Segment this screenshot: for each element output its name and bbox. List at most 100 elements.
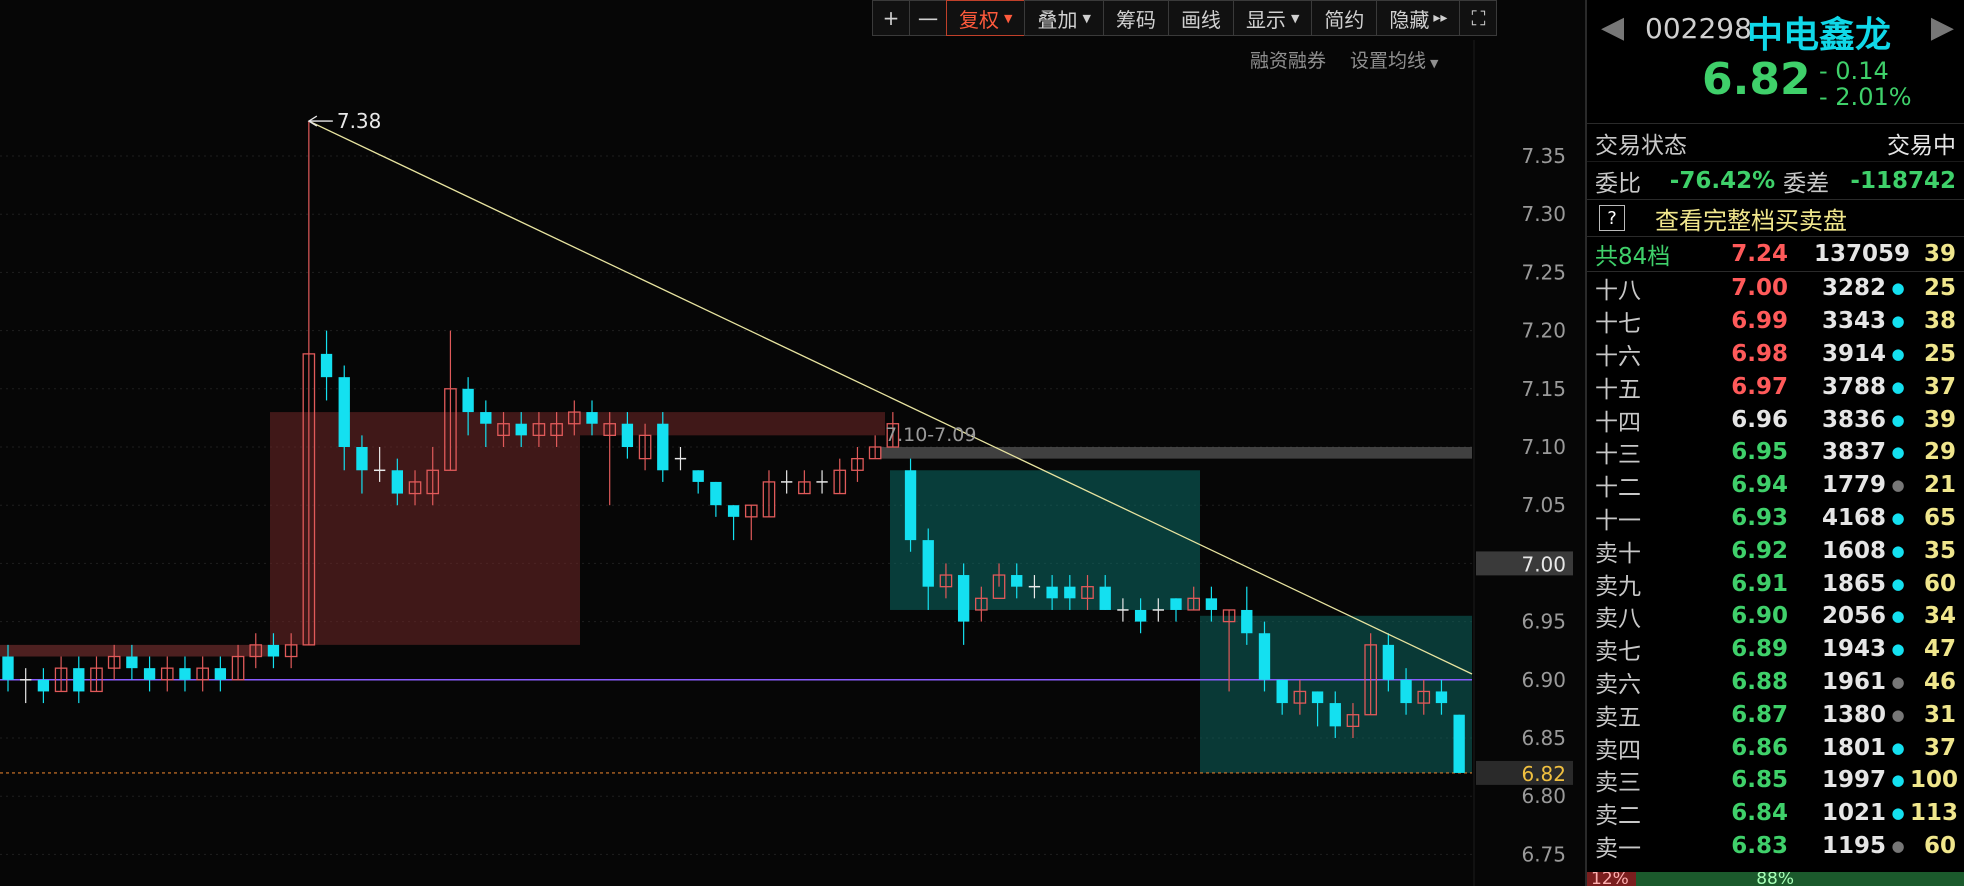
chouma-button[interactable]: 筹码 xyxy=(1102,0,1169,36)
candle-down xyxy=(1311,691,1324,704)
orderbook-row[interactable]: 卖五 6.87 1380 ● 31 xyxy=(1587,698,1964,731)
level-count: 47 xyxy=(1923,636,1956,663)
level-volume: 1943 xyxy=(1821,636,1886,663)
orderbook-row[interactable]: 卖三 6.85 1997 ● 100 xyxy=(1587,764,1964,797)
orderbook-row[interactable]: 卖六 6.88 1961 ● 46 xyxy=(1587,666,1964,699)
huaxian-button[interactable]: 画线 xyxy=(1167,0,1234,36)
support-zone-left xyxy=(0,644,270,657)
candle-down xyxy=(1400,679,1412,704)
candle-down xyxy=(391,470,403,494)
orderbook-row[interactable]: 十六 6.98 3914 ● 25 xyxy=(1587,338,1964,371)
candle-down xyxy=(710,481,722,506)
orderbook-list: 十八 7.00 3282 ● 25 十七 6.99 3343 ● 38 十六 6.98 3914 ● 25 十… xyxy=(1587,272,1964,862)
y-tick-label: 7.35 xyxy=(1521,144,1566,168)
zoom-in-button[interactable]: + xyxy=(872,0,910,36)
candle-down xyxy=(1011,575,1023,587)
cursor-price-text: 7.00 xyxy=(1521,552,1566,576)
orderbook-row[interactable]: 卖十 6.92 1608 ● 35 xyxy=(1587,534,1964,567)
level-label: 十一 xyxy=(1595,507,1641,534)
orderbook-row[interactable]: 卖二 6.84 1021 ● 113 xyxy=(1587,797,1964,830)
level-count: 39 xyxy=(1923,406,1956,433)
orderbook-row[interactable]: 卖八 6.90 2056 ● 34 xyxy=(1587,600,1964,633)
level-price: 6.93 xyxy=(1731,504,1788,531)
orderbook-row[interactable]: 卖九 6.91 1865 ● 60 xyxy=(1587,567,1964,600)
candle-down xyxy=(727,505,740,517)
candle-down xyxy=(37,679,50,692)
level-price: 6.97 xyxy=(1731,373,1788,400)
candle-down xyxy=(480,412,492,424)
level-volume: 3788 xyxy=(1821,373,1886,400)
level-price: 6.95 xyxy=(1731,439,1788,466)
orderbook-row[interactable]: 卖七 6.89 1943 ● 47 xyxy=(1587,633,1964,666)
y-tick-label: 6.85 xyxy=(1521,726,1566,750)
rongzi-link[interactable]: 融资融券 xyxy=(1250,46,1326,73)
orderbook-row[interactable]: 十一 6.93 4168 ● 65 xyxy=(1587,502,1964,535)
orderbook-row[interactable]: 十五 6.97 3788 ● 37 xyxy=(1587,370,1964,403)
candle-down xyxy=(73,668,85,692)
level-label: 卖七 xyxy=(1595,639,1641,666)
candle-down xyxy=(1453,714,1465,773)
yincang-button[interactable]: 隐藏 ▸▸ xyxy=(1376,0,1461,36)
diejia-button[interactable]: 叠加 ▼ xyxy=(1024,0,1104,36)
level-price: 6.92 xyxy=(1731,537,1788,564)
orderbook-row[interactable]: 卖四 6.86 1801 ● 37 xyxy=(1587,731,1964,764)
level-count: 100 xyxy=(1910,767,1959,794)
caret-down-icon: ▼ xyxy=(1290,11,1300,25)
level-label: 卖六 xyxy=(1595,671,1641,698)
kline-chart[interactable]: 7.35 7.30 7.25 7.20 7.15 7.10 7.05 7.00 6.95 6.90… xyxy=(0,0,1585,886)
candle-down xyxy=(1099,586,1111,610)
view-full-orderbook-button[interactable]: ? 查看完整档买卖盘 xyxy=(1587,200,1964,237)
level-dot-icon: ● xyxy=(1891,508,1905,527)
level-count: 65 xyxy=(1923,504,1956,531)
level-label: 十四 xyxy=(1595,409,1641,436)
total-label: 共84档 xyxy=(1595,244,1671,270)
level-count: 29 xyxy=(1923,439,1956,466)
chouma-label: 筹码 xyxy=(1115,7,1156,32)
fullscreen-button[interactable]: ⛶ xyxy=(1459,0,1498,36)
level-count: 60 xyxy=(1923,570,1956,597)
zoom-out-button[interactable]: 一 xyxy=(909,0,947,36)
weibi-value: -76.42% xyxy=(1669,167,1776,194)
quote-panel: ◀ 002298 中电鑫龙 ▶ 6.82 - 0.14 - 2.01% 交易状态… xyxy=(1585,0,1964,886)
caret-down-icon: ▼ xyxy=(1004,11,1013,25)
level-volume: 1865 xyxy=(1821,570,1886,597)
level-count: 37 xyxy=(1923,734,1956,761)
yincang-label: 隐藏 xyxy=(1389,7,1430,32)
caret-down-icon: ▼ xyxy=(1430,57,1439,70)
ratio-sell: 88% xyxy=(1636,872,1964,886)
junxian-setting[interactable]: 设置均线 ▼ xyxy=(1350,46,1438,73)
chart-subbar: 融资融券 设置均线 ▼ xyxy=(1250,46,1439,73)
level-label: 卖九 xyxy=(1595,573,1641,600)
level-price: 7.00 xyxy=(1731,275,1788,302)
teal-zone-2 xyxy=(1200,615,1472,773)
orderbook-row[interactable]: 十八 7.00 3282 ● 25 xyxy=(1587,272,1964,305)
jianyue-button[interactable]: 简约 xyxy=(1311,0,1378,36)
xianshi-button[interactable]: 显示 ▼ xyxy=(1232,0,1313,36)
orderbook-row[interactable]: 十四 6.96 3836 ● 39 xyxy=(1587,403,1964,436)
y-tick-label: 6.90 xyxy=(1521,668,1566,692)
level-price: 6.94 xyxy=(1731,472,1788,499)
candle-down xyxy=(356,447,368,471)
candle-down xyxy=(957,575,970,622)
next-stock-icon[interactable]: ▶ xyxy=(1931,10,1954,45)
total-volume: 137059 xyxy=(1813,241,1910,267)
weicha-label: 委差 xyxy=(1783,170,1830,197)
fullscreen-icon: ⛶ xyxy=(1471,6,1486,30)
level-dot-icon: ● xyxy=(1891,344,1905,363)
y-tick-label: 6.75 xyxy=(1521,842,1566,866)
total-levels-row: 共84档 7.24 137059 39 xyxy=(1587,237,1964,272)
orderbook-row[interactable]: 十三 6.95 3837 ● 29 xyxy=(1587,436,1964,469)
help-icon[interactable]: ? xyxy=(1599,205,1625,231)
orderbook-row[interactable]: 十七 6.99 3343 ● 38 xyxy=(1587,305,1964,338)
orderbook-row[interactable]: 十二 6.94 1779 ● 21 xyxy=(1587,469,1964,502)
fuquan-button[interactable]: 复权 ▼ xyxy=(946,0,1026,36)
candle-down xyxy=(179,668,191,680)
xianshi-label: 显示 xyxy=(1245,7,1286,32)
candle-down xyxy=(1241,609,1253,634)
orderbook-row[interactable]: 卖一 6.83 1195 ● 60 xyxy=(1587,830,1964,863)
y-tick-label: 7.30 xyxy=(1521,202,1566,226)
candle-down xyxy=(143,668,156,680)
prev-stock-icon[interactable]: ◀ xyxy=(1601,10,1624,45)
jianyue-label: 简约 xyxy=(1324,7,1365,32)
kline-chart-area[interactable]: 7.35 7.30 7.25 7.20 7.15 7.10 7.05 7.00 6.95 6.90… xyxy=(0,0,1585,886)
